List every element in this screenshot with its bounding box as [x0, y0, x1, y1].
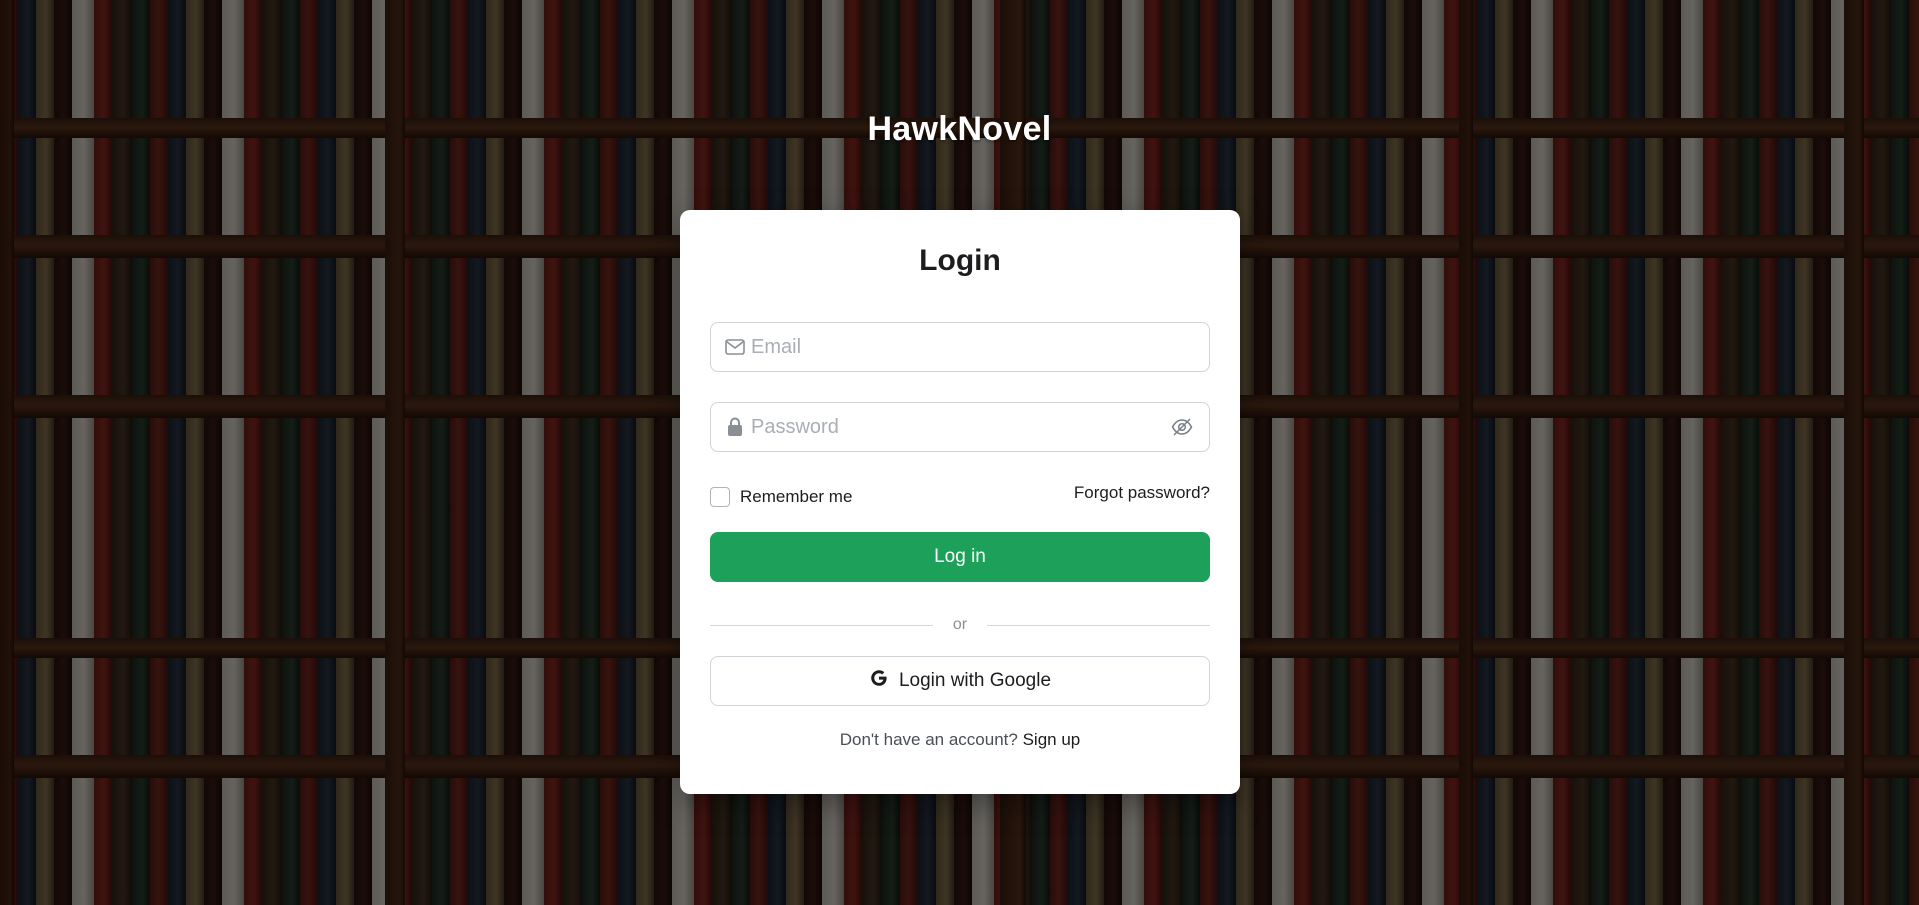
- login-options-row: Remember me Forgot password?: [710, 483, 1210, 508]
- login-title: Login: [919, 244, 1001, 277]
- email-field[interactable]: [710, 322, 1210, 372]
- google-login-label: Login with Google: [898, 670, 1052, 691]
- signup-row: Don't have an account? Sign up: [710, 730, 1210, 750]
- password-field[interactable]: [710, 402, 1210, 452]
- remember-me[interactable]: Remember me: [710, 487, 852, 507]
- login-button[interactable]: Log in: [710, 532, 1210, 582]
- brand-title: HawkNovel: [867, 110, 1052, 148]
- divider-label: or: [952, 616, 968, 633]
- bookshelf-tile: [1459, 520, 1919, 905]
- lock-icon: [725, 417, 745, 437]
- eye-slash-icon[interactable]: [1169, 414, 1195, 440]
- google-g-icon: [869, 668, 889, 694]
- divider-line: [987, 624, 1211, 626]
- password-input[interactable]: [751, 415, 1169, 439]
- remember-me-checkbox[interactable]: [710, 487, 730, 507]
- signup-prompt: Don't have an account?: [839, 730, 1023, 749]
- forgot-password-link[interactable]: Forgot password?: [1074, 483, 1210, 503]
- signup-link[interactable]: Sign up: [1023, 730, 1081, 749]
- divider-line: [710, 624, 933, 626]
- or-divider: or: [710, 616, 1211, 634]
- google-login-button[interactable]: Login with Google: [710, 656, 1210, 706]
- remember-me-label: Remember me: [740, 487, 853, 506]
- bookshelf-tile: [1459, 0, 1919, 520]
- envelope-icon: [725, 337, 745, 357]
- email-input[interactable]: [751, 335, 1195, 359]
- login-card: Login Remember me: [680, 210, 1240, 794]
